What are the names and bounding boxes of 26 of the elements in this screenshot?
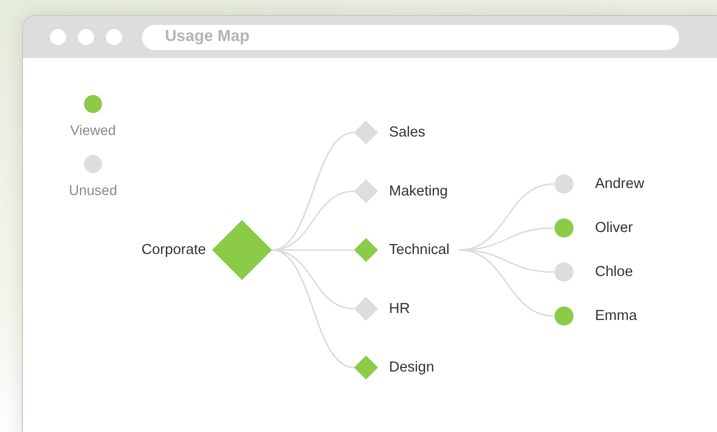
node-label: Corporate xyxy=(142,242,206,258)
diamond-node[interactable] xyxy=(354,238,378,262)
diamond-node[interactable] xyxy=(354,356,378,380)
circle-node[interactable] xyxy=(554,174,574,194)
diamond-node[interactable] xyxy=(354,120,378,144)
node-label: Sales xyxy=(389,124,426,140)
circle-node[interactable] xyxy=(554,262,574,282)
window-control-dot[interactable] xyxy=(50,29,66,45)
window-control-dot[interactable] xyxy=(78,29,94,45)
node-label: HR xyxy=(389,300,410,317)
diamond-node[interactable] xyxy=(212,220,272,280)
node-label: Chloe xyxy=(595,264,633,280)
node-label: Emma xyxy=(595,308,637,324)
diamond-node[interactable] xyxy=(354,179,378,204)
diamond-node[interactable] xyxy=(354,296,378,321)
legend-label: Unused xyxy=(68,182,118,198)
node-label: Oliver xyxy=(595,220,633,236)
window-control-dot[interactable] xyxy=(106,29,122,45)
node-label: Design xyxy=(389,360,434,376)
legend-label: Viewed xyxy=(70,122,116,138)
node-label: Andrew xyxy=(595,176,644,192)
node-label: Maketing xyxy=(389,183,448,200)
node-label: Technical xyxy=(389,242,450,258)
window-title: Usage Map xyxy=(165,28,250,46)
circle-node[interactable] xyxy=(554,218,574,238)
circle-node[interactable] xyxy=(554,306,574,326)
